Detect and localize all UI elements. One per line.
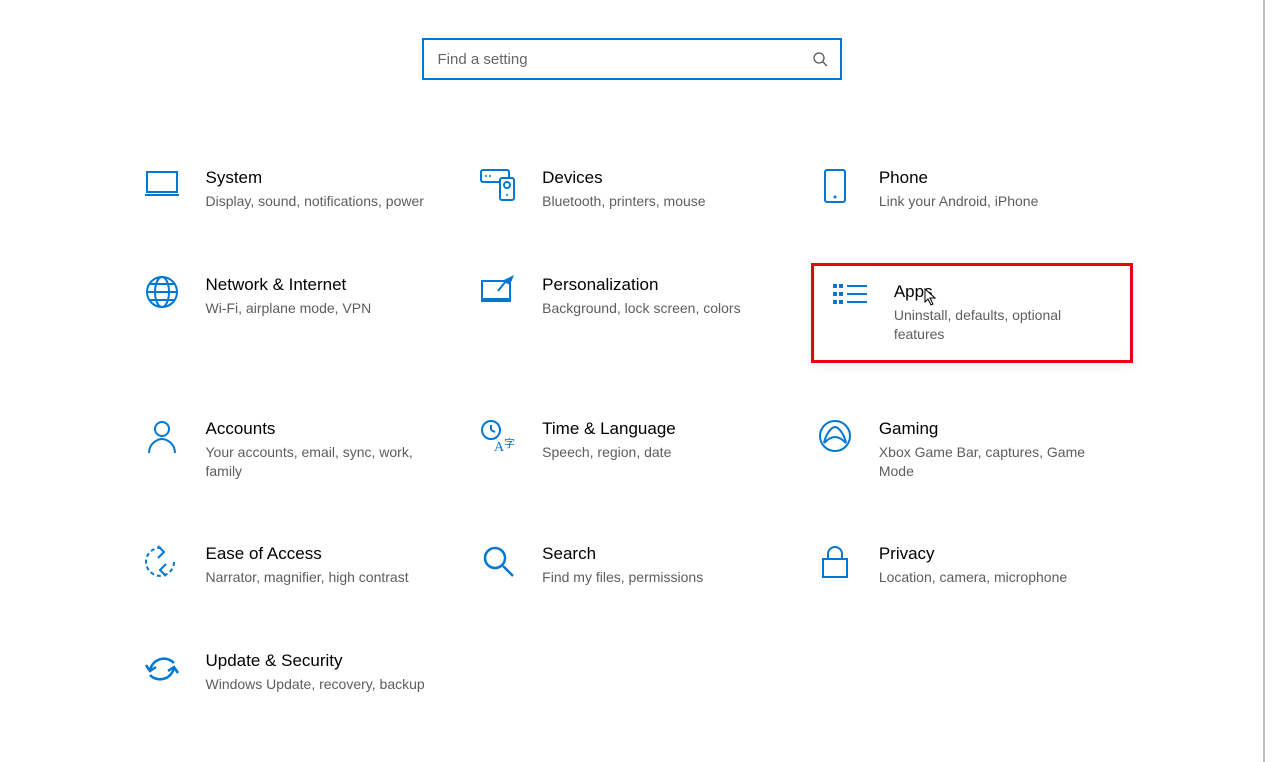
search-box[interactable] [422,38,842,80]
tile-title: Phone [879,168,1039,188]
tile-title: Accounts [206,419,436,439]
gaming-icon [817,419,853,455]
tile-desc: Bluetooth, printers, mouse [542,192,705,211]
tile-title: Privacy [879,544,1067,564]
system-icon [144,168,180,204]
tile-title: Time & Language [542,419,676,439]
tile-desc: Link your Android, iPhone [879,192,1039,211]
tile-apps[interactable]: Apps Uninstall, defaults, optional featu… [811,263,1133,363]
tile-desc: Wi-Fi, airplane mode, VPN [206,299,372,318]
tile-system[interactable]: System Display, sound, notifications, po… [142,160,462,219]
tile-devices[interactable]: Devices Bluetooth, printers, mouse [478,160,798,219]
time-language-icon: A 字 [480,419,516,455]
settings-page: System Display, sound, notifications, po… [0,0,1265,762]
tile-desc: Background, lock screen, colors [542,299,740,318]
apps-icon [832,282,868,318]
tile-title: Update & Security [206,651,425,671]
search-category-icon [480,544,516,580]
tile-time-language[interactable]: A 字 Time & Language Speech, region, date [478,411,798,489]
tile-desc: Your accounts, email, sync, work, family [206,443,436,481]
tile-title: Ease of Access [206,544,409,564]
tile-desc: Find my files, permissions [542,568,703,587]
tile-phone[interactable]: Phone Link your Android, iPhone [815,160,1135,219]
tile-search[interactable]: Search Find my files, permissions [478,536,798,595]
tile-network[interactable]: Network & Internet Wi-Fi, airplane mode,… [142,267,462,363]
tile-desc: Xbox Game Bar, captures, Game Mode [879,443,1109,481]
tile-title: Search [542,544,703,564]
settings-grid: System Display, sound, notifications, po… [122,160,1142,702]
tile-accounts[interactable]: Accounts Your accounts, email, sync, wor… [142,411,462,489]
tile-ease-of-access[interactable]: Ease of Access Narrator, magnifier, high… [142,536,462,595]
personalization-icon [480,275,516,311]
tile-desc: Windows Update, recovery, backup [206,675,425,694]
tile-desc: Uninstall, defaults, optional features [894,306,1112,344]
tile-title: Apps [894,282,1112,302]
tile-desc: Display, sound, notifications, power [206,192,424,211]
globe-icon [144,275,180,311]
ease-of-access-icon [144,544,180,580]
lock-icon [817,544,853,580]
tile-privacy[interactable]: Privacy Location, camera, microphone [815,536,1135,595]
devices-icon [480,168,516,204]
tile-title: System [206,168,424,188]
tile-desc: Location, camera, microphone [879,568,1067,587]
tile-title: Network & Internet [206,275,372,295]
update-icon [144,651,180,687]
tile-title: Gaming [879,419,1109,439]
tile-update-security[interactable]: Update & Security Windows Update, recove… [142,643,462,702]
tile-desc: Speech, region, date [542,443,676,462]
tile-desc: Narrator, magnifier, high contrast [206,568,409,587]
accounts-icon [144,419,180,455]
tile-title: Devices [542,168,705,188]
search-input[interactable] [438,51,798,68]
phone-icon [817,168,853,204]
search-icon [812,51,828,67]
svg-text:字: 字 [504,436,515,450]
tile-title: Personalization [542,275,740,295]
tile-gaming[interactable]: Gaming Xbox Game Bar, captures, Game Mod… [815,411,1135,489]
tile-personalization[interactable]: Personalization Background, lock screen,… [478,267,798,363]
